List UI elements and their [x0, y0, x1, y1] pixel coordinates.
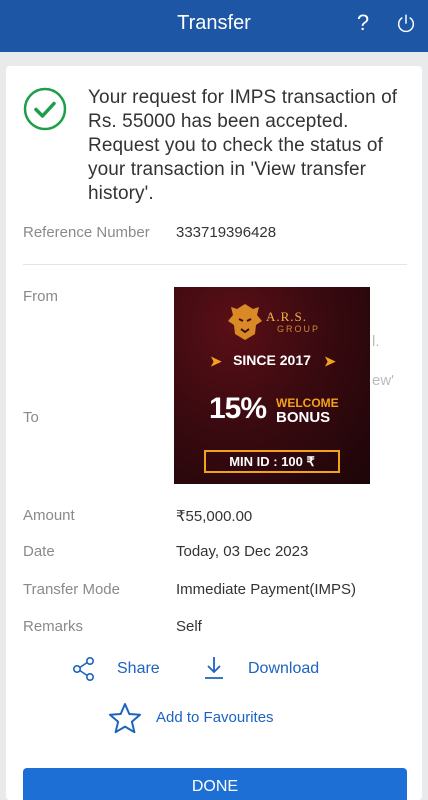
- check-circle-icon: [23, 87, 67, 131]
- transfer-mode-label: Transfer Mode: [23, 581, 120, 598]
- power-icon[interactable]: [395, 13, 417, 35]
- download-button[interactable]: Download: [248, 660, 319, 678]
- chevron-right-icon: ➤: [324, 353, 336, 369]
- remarks-label: Remarks: [23, 618, 84, 635]
- help-button[interactable]: ?: [352, 10, 374, 38]
- brand-name: A.R.S.: [266, 309, 308, 324]
- remarks-value: Self: [176, 618, 202, 635]
- advertisement-banner[interactable]: A.R.S. GROUP ➤ SINCE 2017 ➤ 15% WELCOME …: [174, 287, 370, 484]
- min-id-badge: MIN ID : 100 ₹: [204, 450, 340, 473]
- reference-number-value: 333719396428: [176, 224, 277, 241]
- top-app-bar: Transfer ?: [0, 0, 428, 52]
- obscured-text-fragment: l.: [372, 333, 380, 350]
- brand-group: GROUP: [277, 324, 321, 334]
- welcome-text: WELCOME: [276, 396, 339, 410]
- status-message: Your request for IMPS transaction of Rs.…: [88, 87, 398, 204]
- amount-label: Amount: [23, 507, 75, 524]
- lion-logo-icon: [228, 304, 262, 340]
- divider: [23, 264, 407, 265]
- transfer-confirmation-card: Your request for IMPS transaction of Rs.…: [6, 66, 422, 800]
- date-label: Date: [23, 543, 55, 560]
- add-to-favourites-button[interactable]: Add to Favourites: [156, 709, 274, 726]
- bonus-text: BONUS: [276, 409, 331, 426]
- star-icon[interactable]: [108, 702, 142, 734]
- download-icon[interactable]: [203, 655, 225, 681]
- obscured-text-fragment: ew': [372, 372, 395, 389]
- to-label: To: [23, 409, 39, 426]
- from-label: From: [23, 288, 58, 305]
- bonus-percent: 15%: [209, 392, 267, 425]
- share-icon[interactable]: [72, 656, 96, 682]
- since-text: SINCE 2017: [233, 352, 311, 368]
- share-button[interactable]: Share: [117, 660, 160, 678]
- transfer-mode-value: Immediate Payment(IMPS): [176, 581, 357, 598]
- date-value: Today, 03 Dec 2023: [176, 543, 309, 560]
- done-button[interactable]: DONE: [23, 768, 407, 800]
- amount-value: ₹55,000.00: [176, 508, 253, 525]
- reference-number-label: Reference Number: [23, 224, 150, 241]
